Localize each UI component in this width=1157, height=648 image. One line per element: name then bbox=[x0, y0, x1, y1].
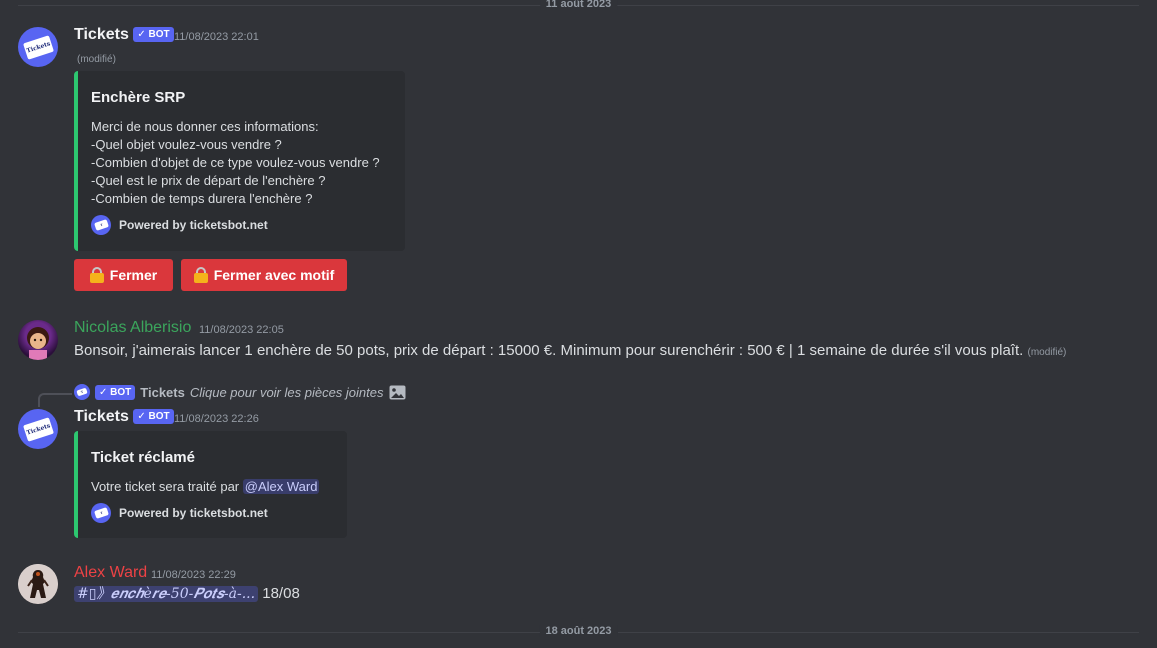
message-timestamp: 11/08/2023 22:05 bbox=[199, 324, 284, 336]
avatar[interactable] bbox=[18, 564, 58, 604]
embed-line: -Quel objet voulez-vous vendre ? bbox=[91, 137, 282, 152]
bot-tag: ✓ BOT bbox=[95, 384, 136, 400]
reply-author: Tickets bbox=[140, 384, 185, 400]
ticket-icon: T bbox=[74, 384, 90, 400]
message-text: 18/08 bbox=[262, 585, 300, 602]
date-divider-bottom: 18 août 2023 bbox=[18, 625, 1139, 637]
avatar[interactable]: Tickets bbox=[18, 27, 58, 67]
message-timestamp: 11/08/2023 22:29 bbox=[151, 569, 236, 581]
user-mention[interactable]: @Alex Ward bbox=[242, 479, 320, 494]
image-icon bbox=[389, 385, 405, 399]
embed-line: Merci de nous donner ces informations: bbox=[91, 119, 319, 134]
edited-label: (modifié) bbox=[77, 54, 116, 65]
embed-title: Ticket réclamé bbox=[91, 449, 195, 466]
message-content: Bonsoir, j'aimerais lancer 1 enchère de … bbox=[74, 341, 1066, 363]
message-author[interactable]: Tickets ✓ BOT bbox=[74, 407, 174, 427]
ticket-glyph: T bbox=[93, 507, 109, 519]
edited-label: (modifié) bbox=[1027, 347, 1067, 358]
ticket-glyph: T bbox=[93, 219, 109, 231]
embed-description: Votre ticket sera traité par @Alex Ward bbox=[91, 478, 320, 496]
lock-icon bbox=[89, 267, 104, 283]
embed-line: -Combien de temps durera l'enchère ? bbox=[91, 191, 313, 206]
date-divider-label: 11 août 2023 bbox=[539, 0, 618, 10]
ticket-icon: T bbox=[91, 503, 111, 523]
ticket-icon: T bbox=[91, 215, 111, 235]
avatar[interactable]: Tickets bbox=[18, 409, 58, 449]
reply-spine bbox=[38, 393, 72, 407]
avatar[interactable] bbox=[18, 320, 58, 360]
message-author[interactable]: Tickets ✓ BOT bbox=[74, 25, 174, 45]
message-author[interactable]: Nicolas Alberisio bbox=[74, 318, 191, 338]
message-timestamp: 11/08/2023 22:26 bbox=[174, 413, 259, 425]
date-divider-top: 11 août 2023 bbox=[18, 0, 1139, 10]
message-content: #▯》𝒆𝒏𝒄𝒉è𝒓𝒆-50-𝑷𝒐𝒕𝒔-à-... 18/08 bbox=[74, 584, 300, 604]
bot-tag: ✓ BOT bbox=[133, 409, 174, 424]
close-button[interactable]: Fermer bbox=[74, 259, 173, 291]
avatar-image bbox=[27, 327, 49, 360]
embed-line: -Quel est le prix de départ de l'enchère… bbox=[91, 173, 326, 188]
message-text: Bonsoir, j'aimerais lancer 1 enchère de … bbox=[74, 342, 1024, 359]
embed-footer-text: Powered by ticketsbot.net bbox=[119, 218, 268, 232]
embed-footer: T Powered by ticketsbot.net bbox=[91, 215, 268, 235]
message-author[interactable]: Alex Ward bbox=[74, 563, 147, 583]
bot-tag: ✓ BOT bbox=[133, 27, 174, 42]
ticket-icon: Tickets bbox=[22, 34, 54, 60]
date-divider-label: 18 août 2023 bbox=[539, 625, 618, 637]
close-with-reason-label: Fermer avec motif bbox=[213, 267, 335, 283]
embed-description-text: Votre ticket sera traité par bbox=[91, 479, 240, 494]
message-timestamp: 11/08/2023 22:01 bbox=[174, 31, 259, 43]
ticket-glyph: T bbox=[76, 387, 88, 397]
embed-footer-text: Powered by ticketsbot.net bbox=[119, 506, 268, 520]
avatar-image bbox=[18, 564, 58, 604]
embed-title: Enchère SRP bbox=[91, 89, 186, 106]
embed: Ticket réclamé Votre ticket sera traité … bbox=[74, 431, 347, 538]
lock-icon bbox=[193, 267, 208, 283]
ticket-icon: Tickets bbox=[22, 416, 54, 442]
close-with-reason-button[interactable]: Fermer avec motif bbox=[181, 259, 347, 291]
embed: Enchère SRP Merci de nous donner ces inf… bbox=[74, 71, 405, 251]
embed-line: -Combien d'objet de ce type voulez-vous … bbox=[91, 155, 380, 170]
channel-mention[interactable]: #▯》𝒆𝒏𝒄𝒉è𝒓𝒆-50-𝑷𝒐𝒕𝒔-à-... bbox=[74, 586, 259, 602]
reply-text: Clique pour voir les pièces jointes bbox=[189, 384, 384, 400]
embed-footer: T Powered by ticketsbot.net bbox=[91, 503, 268, 523]
reply-preview[interactable]: T ✓ BOT Tickets Clique pour voir les piè… bbox=[74, 384, 406, 400]
close-button-label: Fermer bbox=[109, 267, 158, 283]
